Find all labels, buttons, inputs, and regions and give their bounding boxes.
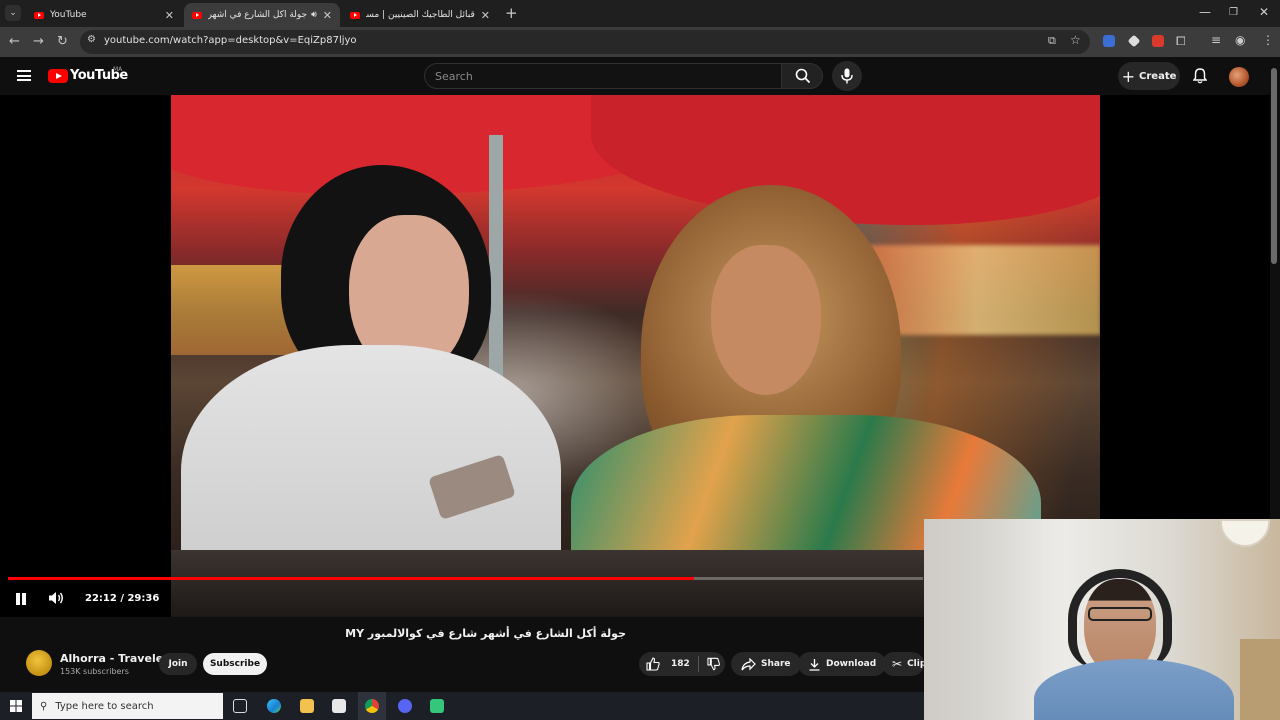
- clip-button[interactable]: ✂ Clip: [882, 652, 924, 676]
- profile-icon[interactable]: ◉: [1235, 33, 1245, 47]
- notifications-bell-icon[interactable]: [1193, 68, 1207, 84]
- streamer-hoodie: [1034, 659, 1234, 720]
- download-button[interactable]: Download: [798, 652, 887, 676]
- share-label: Share: [761, 659, 791, 669]
- media-control-icon[interactable]: ≡: [1211, 33, 1221, 47]
- reload-icon[interactable]: ↻: [57, 34, 68, 49]
- tab-current-video[interactable]: جولة أكل الشارع في أشهر شا 🔊︎ ✕: [184, 3, 340, 27]
- create-label: Create: [1139, 70, 1177, 82]
- market-canopy: [591, 95, 1100, 225]
- restore-icon[interactable]: ❐: [1229, 7, 1238, 18]
- chrome-icon[interactable]: [365, 699, 379, 713]
- divider: [697, 656, 699, 672]
- page-scrollbar[interactable]: [1271, 68, 1277, 264]
- account-avatar[interactable]: [1229, 67, 1249, 87]
- wall-shadow: [924, 519, 1044, 720]
- clip-label: Clip: [907, 659, 924, 669]
- minimize-icon[interactable]: —: [1199, 5, 1211, 19]
- tab-search-button[interactable]: ⌄: [5, 5, 21, 21]
- taskbar-search-placeholder: Type here to search: [55, 700, 154, 712]
- voice-search-button[interactable]: [832, 61, 862, 91]
- windows-taskbar: ⚲ Type here to search: [0, 692, 924, 720]
- forward-icon[interactable]: →: [33, 34, 44, 49]
- subscribe-button[interactable]: Subscribe: [203, 653, 267, 675]
- tab-other-video[interactable]: قبائل الطاجيك الصينيين | مسلمو... ✕: [342, 3, 498, 27]
- app-green-icon[interactable]: [430, 699, 444, 713]
- webcam-overlay: [924, 519, 1280, 720]
- ceiling-lamp: [1220, 519, 1270, 547]
- youtube-favicon-icon: [34, 11, 44, 19]
- install-app-icon[interactable]: ⧉: [1048, 34, 1056, 48]
- door-frame: [1240, 639, 1280, 720]
- join-button[interactable]: Join: [159, 653, 197, 675]
- thumbs-up-icon: [646, 657, 660, 671]
- channel-name[interactable]: Alhorra - Traveler: [60, 652, 169, 665]
- tab-title: جولة أكل الشارع في أشهر شا: [208, 10, 308, 20]
- channel-avatar[interactable]: [26, 650, 52, 676]
- browser-tab-strip: ⌄ YouTube ✕ جولة أكل الشارع في أشهر شا 🔊…: [0, 0, 1280, 27]
- discord-icon[interactable]: [398, 699, 412, 713]
- extensions-puzzle-icon[interactable]: ⧠: [1176, 34, 1186, 49]
- scissors-icon: ✂: [892, 657, 903, 671]
- diamond-extension-icon[interactable]: [1127, 34, 1141, 48]
- subscriber-count: 153K subscribers: [60, 667, 129, 676]
- hamburger-menu-icon[interactable]: [17, 70, 31, 81]
- address-bar[interactable]: ⚙ youtube.com/watch?app=desktop&v=EqiZp8…: [80, 30, 1090, 54]
- country-code: MA: [113, 66, 123, 73]
- youtube-header: YouTube MA Search + Create: [0, 57, 1280, 95]
- bookmark-star-icon[interactable]: ☆: [1070, 33, 1081, 47]
- create-button[interactable]: + Create: [1118, 62, 1180, 90]
- tab-title: YouTube: [50, 10, 87, 20]
- windows-start-icon[interactable]: [10, 700, 22, 712]
- close-window-icon[interactable]: ✕: [1259, 5, 1269, 19]
- youtube-favicon-icon: [192, 11, 202, 19]
- like-dislike-group: 182: [639, 652, 725, 676]
- progress-bar[interactable]: [8, 577, 923, 580]
- site-info-icon[interactable]: ⚙: [87, 34, 96, 45]
- audio-playing-icon[interactable]: 🔊︎: [311, 10, 317, 20]
- search-placeholder: Search: [435, 70, 473, 83]
- edge-icon[interactable]: [267, 699, 281, 713]
- download-label: Download: [826, 659, 877, 669]
- thumbs-down-icon[interactable]: [707, 657, 720, 671]
- search-button[interactable]: [781, 63, 823, 89]
- like-count: 182: [671, 659, 690, 669]
- search-icon: [795, 68, 811, 84]
- tab-youtube-home[interactable]: YouTube ✕: [26, 3, 182, 27]
- person-right-face: [711, 245, 821, 395]
- youtube-favicon-icon: [350, 11, 360, 19]
- back-icon[interactable]: ←: [9, 34, 20, 49]
- new-tab-button[interactable]: +: [505, 4, 518, 22]
- browser-toolbar: ← → ↻ ⚙ youtube.com/watch?app=desktop&v=…: [0, 27, 1280, 57]
- task-view-icon[interactable]: [233, 699, 247, 713]
- taskbar-search-input[interactable]: ⚲ Type here to search: [32, 693, 223, 719]
- share-arrow-icon: [741, 657, 756, 670]
- streamer-glasses: [1088, 607, 1152, 621]
- video-title: جولة أكل الشارع في أشهر شارع في كوالالمب…: [345, 627, 626, 640]
- pause-icon[interactable]: [14, 593, 28, 605]
- tab-title: قبائل الطاجيك الصينيين | مسلمو...: [366, 10, 475, 20]
- url-text: youtube.com/watch?app=desktop&v=EqiZp87l…: [104, 35, 357, 46]
- file-explorer-icon[interactable]: [300, 699, 314, 713]
- close-icon[interactable]: ✕: [481, 9, 490, 22]
- translate-extension-icon[interactable]: [1103, 35, 1115, 47]
- volume-icon[interactable]: [48, 591, 64, 605]
- close-icon[interactable]: ✕: [323, 9, 332, 22]
- time-display: 22:12 / 29:36: [85, 593, 160, 604]
- microphone-icon: [841, 68, 853, 84]
- plus-icon: +: [1121, 66, 1136, 86]
- search-icon: ⚲: [40, 700, 48, 712]
- red-extension-icon[interactable]: [1152, 35, 1164, 47]
- store-icon[interactable]: [332, 699, 346, 713]
- share-button[interactable]: Share: [731, 652, 801, 676]
- search-input[interactable]: Search: [424, 63, 782, 89]
- progress-played: [8, 577, 695, 580]
- close-icon[interactable]: ✕: [165, 9, 174, 22]
- download-icon: [809, 658, 820, 671]
- like-button[interactable]: 182: [639, 657, 690, 671]
- kebab-menu-icon[interactable]: ⋮: [1262, 33, 1274, 47]
- youtube-logo-icon[interactable]: [48, 69, 68, 83]
